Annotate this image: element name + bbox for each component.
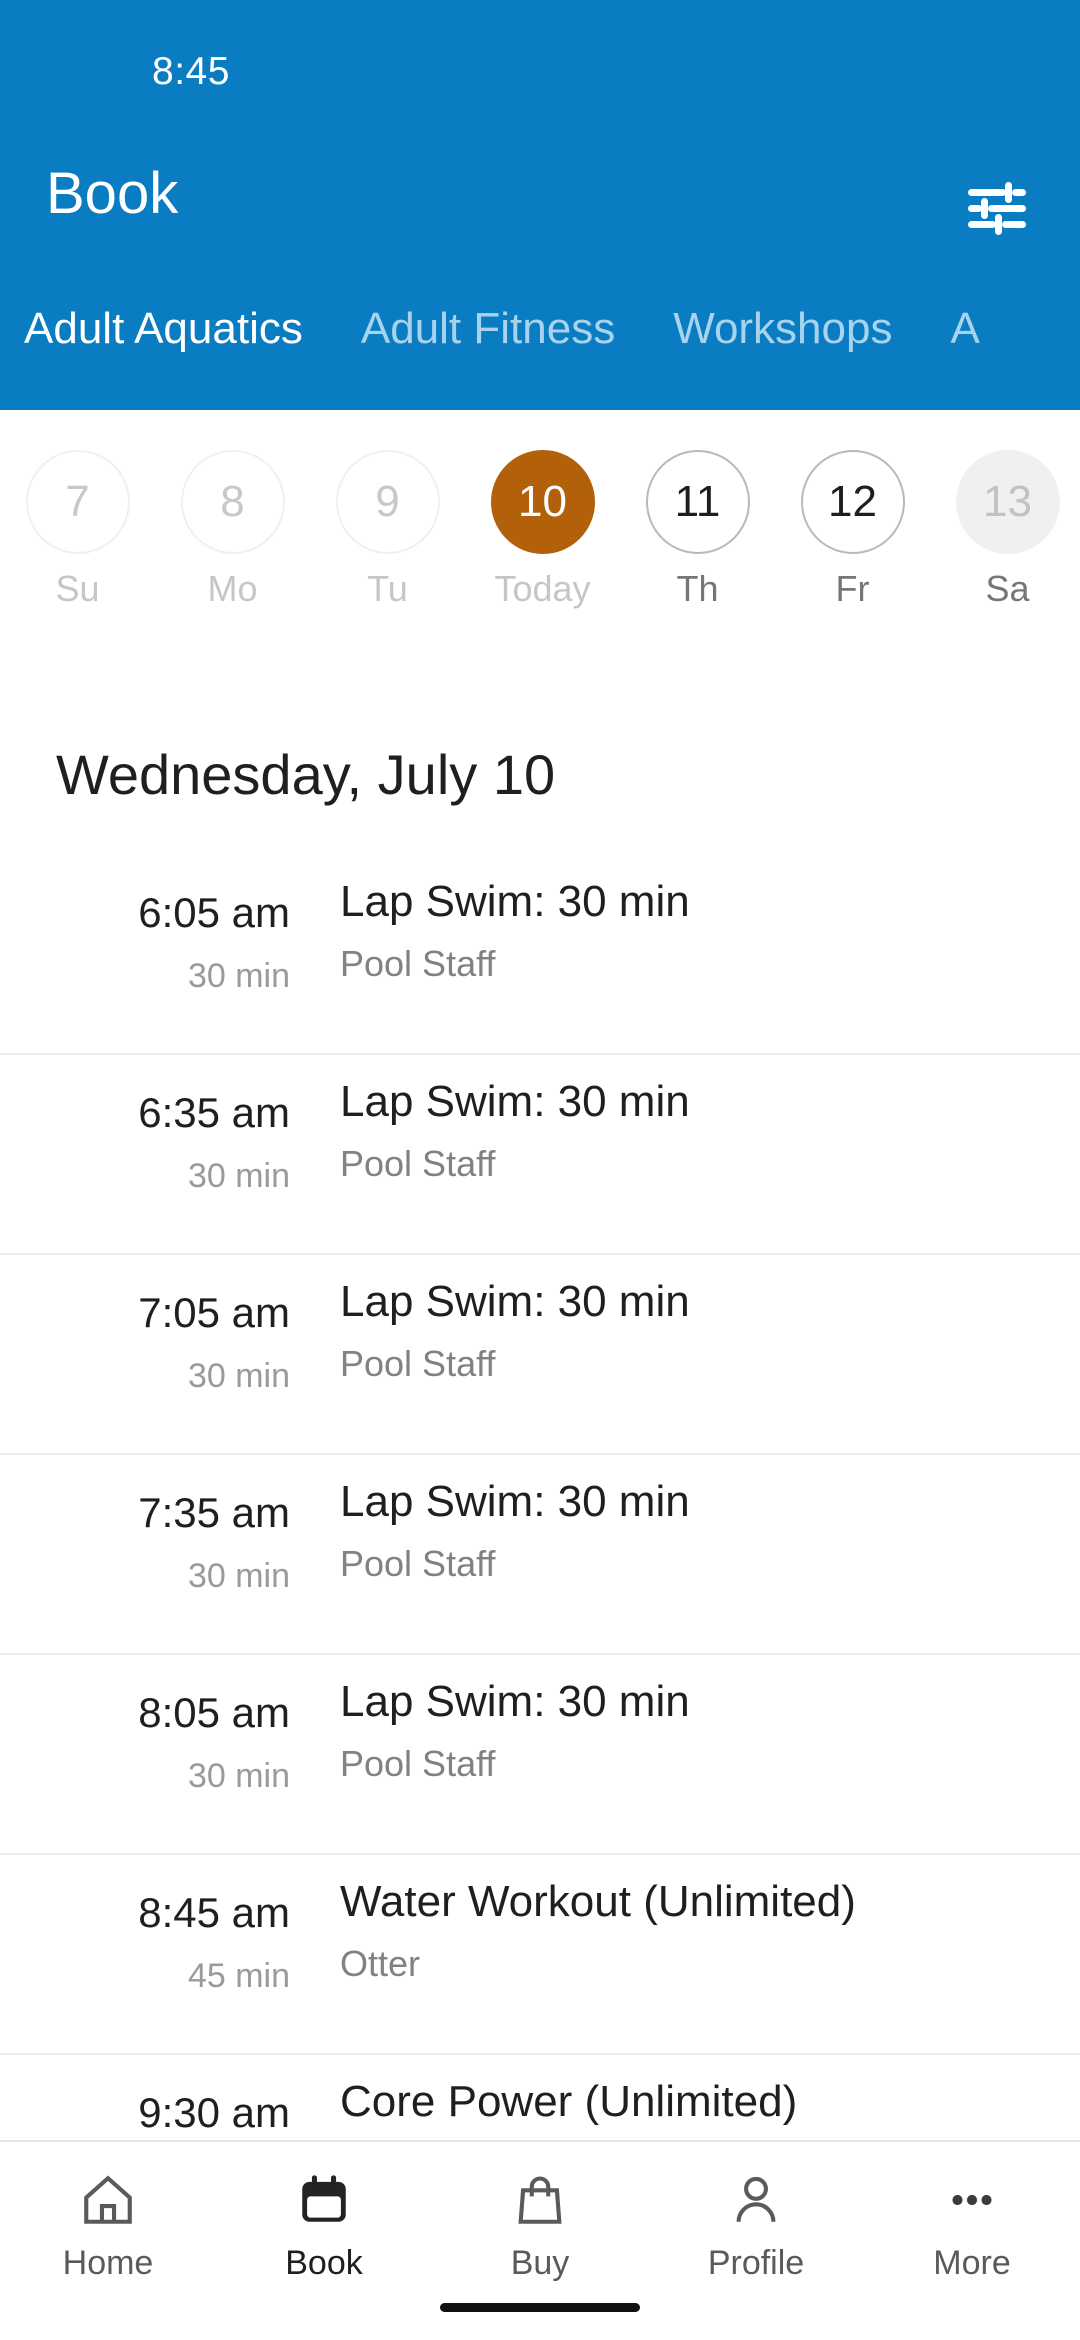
home-icon: [79, 2164, 137, 2236]
class-time: 7:05 am: [138, 1289, 290, 1336]
date-circle[interactable]: 12: [800, 450, 905, 554]
nav-item-profile[interactable]: Profile: [648, 2142, 864, 2340]
class-title: Lap Swim: 30 min: [340, 1677, 690, 1726]
app-bar: Book: [0, 140, 1080, 270]
class-list[interactable]: 6:05 am 30 min Lap Swim: 30 min Pool Sta…: [0, 855, 1080, 2140]
class-title: Lap Swim: 30 min: [340, 1477, 690, 1526]
calendar-icon: [295, 2164, 353, 2236]
class-list-item[interactable]: 7:35 am 30 min Lap Swim: 30 min Pool Sta…: [0, 1455, 1080, 1655]
nav-label: More: [933, 2244, 1011, 2282]
class-time: 6:05 am: [138, 889, 290, 936]
date-circle-selected[interactable]: 10: [490, 450, 595, 554]
date-circle[interactable]: 7: [25, 450, 130, 554]
class-list-item[interactable]: 8:05 am 30 min Lap Swim: 30 min Pool Sta…: [0, 1655, 1080, 1855]
app-screen: 8:45 Book Adult Aquatics Adult Fitness W…: [0, 0, 1080, 2340]
nav-label: Book: [285, 2244, 363, 2282]
date-weekday-label: Sa: [985, 568, 1030, 609]
page-title: Book: [46, 161, 179, 226]
nav-item-home[interactable]: Home: [0, 2142, 216, 2340]
class-list-item[interactable]: 6:05 am 30 min Lap Swim: 30 min Pool Sta…: [0, 855, 1080, 1055]
date-cell-10-today-selected[interactable]: 10 Today: [465, 450, 620, 610]
tab-workshops[interactable]: Workshops: [673, 298, 892, 354]
class-time: 9:30 am: [138, 2089, 290, 2136]
date-circle[interactable]: 9: [335, 450, 440, 554]
class-duration: 30 min: [187, 1757, 290, 1795]
class-time: 8:45 am: [138, 1889, 290, 1936]
tune-icon: [968, 182, 1026, 235]
date-weekday-label: Fr: [835, 568, 870, 609]
date-circle[interactable]: 13: [955, 450, 1060, 554]
date-cell-8[interactable]: 8 Mo: [155, 450, 310, 610]
class-instructor: Pool Staff: [340, 1143, 496, 1184]
class-duration: 30 min: [187, 957, 290, 995]
class-instructor: Pool Staff: [340, 1543, 496, 1584]
tab-partial[interactable]: A: [950, 298, 979, 354]
dots-icon: [943, 2164, 1001, 2236]
class-title: Core Power (Unlimited): [340, 2077, 798, 2126]
date-cell-7[interactable]: 7 Su: [0, 450, 155, 610]
date-circle[interactable]: 11: [645, 450, 750, 554]
date-cell-11[interactable]: 11 Th: [620, 450, 775, 610]
selected-day-heading: Wednesday, July 10: [56, 743, 556, 806]
class-duration: 30 min: [187, 1157, 290, 1195]
class-title: Water Workout (Unlimited): [340, 1877, 856, 1926]
class-title: Lap Swim: 30 min: [340, 1277, 690, 1326]
class-list-item[interactable]: 8:45 am 45 min Water Workout (Unlimited)…: [0, 1855, 1080, 2055]
nav-label: Profile: [707, 2244, 805, 2282]
date-strip[interactable]: 7 Su 8 Mo 9 Tu 10 Today 11 Th 12 Fr 13 S…: [0, 410, 1080, 670]
blue-header: 8:45 Book Adult Aquatics Adult Fitness W…: [0, 0, 1080, 410]
date-weekday-label: Tu: [367, 568, 408, 609]
nav-label: Home: [62, 2244, 154, 2282]
class-time: 6:35 am: [138, 1089, 290, 1136]
class-duration: 30 min: [187, 1357, 290, 1395]
class-list-item[interactable]: 6:35 am 30 min Lap Swim: 30 min Pool Sta…: [0, 1055, 1080, 1255]
date-cell-12[interactable]: 12 Fr: [775, 450, 930, 610]
status-bar-clock: 8:45: [152, 50, 230, 93]
class-instructor: Pool Staff: [340, 1743, 496, 1784]
date-cell-9[interactable]: 9 Tu: [310, 450, 465, 610]
date-weekday-label: Today: [494, 568, 591, 609]
date-cell-13[interactable]: 13 Sa: [930, 450, 1080, 610]
filter-button[interactable]: [958, 172, 1036, 244]
date-weekday-label: Th: [676, 568, 719, 609]
date-weekday-label: Mo: [207, 568, 258, 609]
class-duration: 45 min: [187, 1957, 290, 1995]
date-weekday-label: Su: [55, 568, 100, 609]
class-time: 8:05 am: [138, 1689, 290, 1736]
category-tabs[interactable]: Adult Aquatics Adult Fitness Workshops A: [0, 298, 1080, 410]
bag-icon: [511, 2164, 569, 2236]
home-indicator: [440, 2303, 640, 2312]
class-time: 7:35 am: [138, 1489, 290, 1536]
person-icon: [727, 2164, 785, 2236]
date-circle[interactable]: 8: [180, 450, 285, 554]
nav-item-book[interactable]: Book: [216, 2142, 432, 2340]
class-title: Lap Swim: 30 min: [340, 1077, 690, 1126]
class-list-item-partial[interactable]: 9:30 am Core Power (Unlimited): [0, 2055, 1080, 2140]
class-instructor: Pool Staff: [340, 1343, 496, 1384]
class-instructor: Otter: [340, 1943, 421, 1984]
tab-adult-fitness[interactable]: Adult Fitness: [361, 298, 615, 354]
class-list-item[interactable]: 7:05 am 30 min Lap Swim: 30 min Pool Sta…: [0, 1255, 1080, 1455]
class-duration: 30 min: [187, 1557, 290, 1595]
class-instructor: Pool Staff: [340, 943, 496, 984]
status-bar: 8:45: [0, 0, 1080, 118]
tab-adult-aquatics[interactable]: Adult Aquatics: [24, 298, 303, 354]
nav-label: Buy: [510, 2244, 570, 2282]
class-title: Lap Swim: 30 min: [340, 877, 690, 926]
nav-item-more[interactable]: More: [864, 2142, 1080, 2340]
